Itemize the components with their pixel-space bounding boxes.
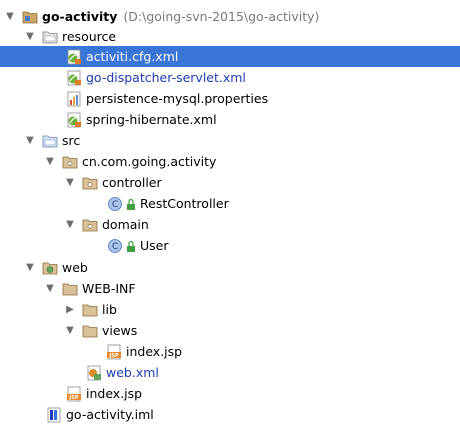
file-label: go-activity.iml — [66, 407, 154, 422]
package-folder-icon — [62, 156, 78, 168]
java-class-icon: C — [108, 196, 122, 211]
tree-node-activiti-cfg-xml[interactable]: activiti.cfg.xml — [0, 46, 460, 67]
collapse-arrow-icon[interactable]: ▼ — [24, 257, 36, 278]
collapse-arrow-icon[interactable]: ▼ — [64, 320, 76, 341]
folder-label: lib — [102, 302, 117, 317]
tree-node-package-root[interactable]: ▼ cn.com.going.activity — [0, 151, 460, 172]
folder-label: resource — [62, 29, 117, 44]
tree-node-web-inf[interactable]: ▼ WEB-INF — [0, 278, 460, 299]
collapse-arrow-icon[interactable]: ▼ — [24, 130, 36, 151]
tree-node-domain[interactable]: ▼ domain — [0, 214, 460, 235]
tree-node-persistence-mysql-properties[interactable]: persistence-mysql.properties — [0, 88, 460, 109]
folder-label: web — [62, 260, 88, 275]
file-label: index.jsp — [86, 386, 143, 401]
folder-label: src — [62, 133, 81, 148]
tree-node-go-dispatcher-servlet-xml[interactable]: go-dispatcher-servlet.xml — [0, 67, 460, 88]
tree-node-iml[interactable]: go-activity.iml — [0, 404, 460, 425]
java-class-icon: C — [108, 238, 122, 253]
jsp-file-icon: JSP — [67, 386, 81, 401]
collapse-arrow-icon[interactable]: ▼ — [4, 6, 16, 27]
tree-node-spring-hibernate-xml[interactable]: spring-hibernate.xml — [0, 109, 460, 130]
expand-arrow-icon[interactable]: ▶ — [64, 299, 76, 320]
spring-xml-file-icon — [67, 49, 81, 64]
class-label: User — [140, 238, 169, 253]
project-path: (D:\going-svn-2015\go-activity) — [123, 9, 320, 24]
collapse-arrow-icon[interactable]: ▼ — [44, 151, 56, 172]
properties-file-icon — [67, 91, 81, 106]
package-label: controller — [102, 175, 162, 190]
tree-node-index-jsp[interactable]: JSP index.jsp — [0, 383, 460, 404]
spring-xml-file-icon — [67, 70, 81, 85]
collapse-arrow-icon[interactable]: ▼ — [64, 172, 76, 193]
file-label: index.jsp — [126, 344, 183, 359]
tree-node-user[interactable]: C User — [0, 235, 460, 256]
tree-node-web-xml[interactable]: web.xml — [0, 362, 460, 383]
project-name: go-activity — [42, 9, 118, 24]
package-folder-icon — [82, 219, 98, 231]
tree-node-lib[interactable]: ▶ lib — [0, 299, 460, 320]
project-tree: ▼ go-activity (D:\going-svn-2015\go-acti… — [0, 0, 460, 427]
file-label: activiti.cfg.xml — [86, 49, 179, 64]
file-label: spring-hibernate.xml — [86, 112, 217, 127]
source-folder-icon — [42, 135, 58, 147]
file-label: persistence-mysql.properties — [86, 91, 269, 106]
svg-text:C: C — [112, 242, 118, 252]
file-label: web.xml — [106, 365, 159, 380]
resource-folder-icon — [42, 31, 58, 43]
folder-label: views — [102, 323, 138, 338]
file-label: go-dispatcher-servlet.xml — [86, 70, 246, 85]
package-label: domain — [102, 217, 149, 232]
svg-text:JSP: JSP — [108, 353, 118, 359]
tree-node-views[interactable]: ▼ views — [0, 320, 460, 341]
class-label: RestController — [140, 196, 229, 211]
lock-icon — [127, 240, 135, 252]
module-folder-icon — [22, 11, 38, 23]
tree-node-rest-controller[interactable]: C RestController — [0, 193, 460, 214]
web-folder-icon — [42, 262, 58, 274]
tree-node-views-index-jsp[interactable]: JSP index.jsp — [0, 341, 460, 362]
collapse-arrow-icon[interactable]: ▼ — [64, 214, 76, 235]
lock-icon — [127, 198, 135, 210]
folder-icon — [82, 304, 98, 316]
svg-text:C: C — [112, 200, 118, 210]
tree-node-src[interactable]: ▼ src — [0, 130, 460, 151]
package-folder-icon — [82, 177, 98, 189]
tree-node-web[interactable]: ▼ web — [0, 257, 460, 278]
jsp-file-icon: JSP — [107, 344, 121, 359]
tree-node-resource[interactable]: ▼ resource — [0, 26, 460, 47]
folder-label: WEB-INF — [82, 281, 136, 296]
collapse-arrow-icon[interactable]: ▼ — [44, 278, 56, 299]
folder-icon — [62, 283, 78, 295]
iml-file-icon — [47, 407, 61, 422]
svg-text:JSP: JSP — [68, 395, 78, 401]
tree-node-controller[interactable]: ▼ controller — [0, 172, 460, 193]
spring-xml-file-icon — [67, 112, 81, 127]
collapse-arrow-icon[interactable]: ▼ — [24, 26, 36, 47]
folder-icon — [82, 325, 98, 337]
package-label: cn.com.going.activity — [82, 154, 217, 169]
tree-node-project-root[interactable]: ▼ go-activity (D:\going-svn-2015\go-acti… — [0, 6, 460, 27]
web-xml-file-icon — [87, 365, 101, 380]
